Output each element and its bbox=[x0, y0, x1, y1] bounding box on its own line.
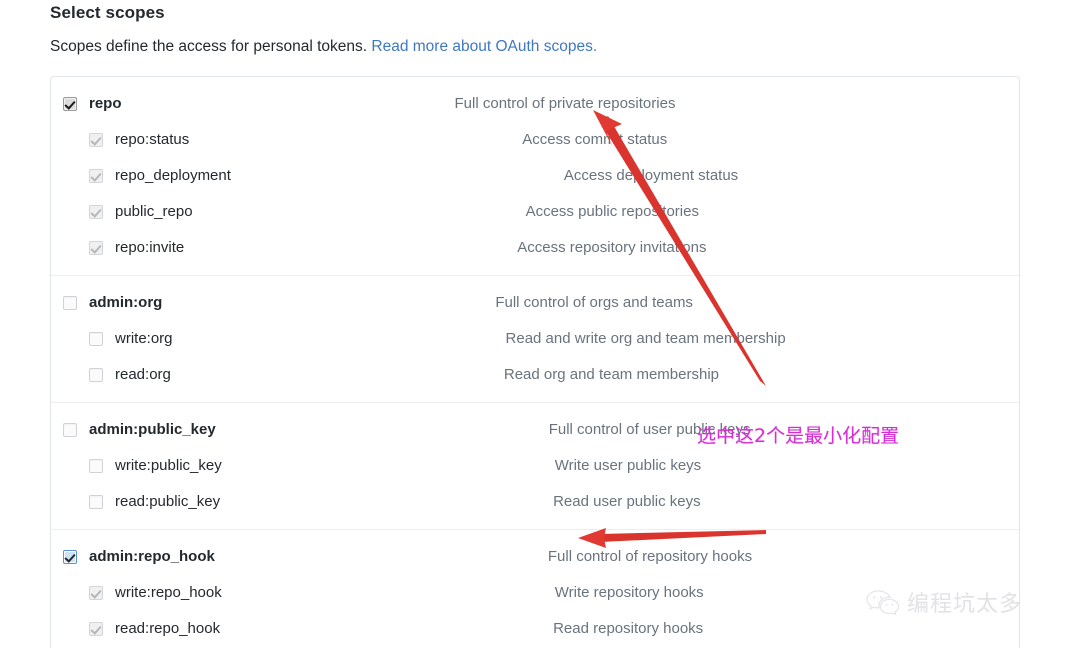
scope-description: Read user public keys bbox=[553, 493, 701, 510]
oauth-scopes-link[interactable]: Read more about OAuth scopes. bbox=[371, 38, 597, 55]
scopes-container: repo Full control of private repositories… bbox=[50, 76, 1020, 648]
scope-name[interactable]: write:org bbox=[115, 321, 173, 357]
scopes-description: Scopes define the access for personal to… bbox=[50, 38, 597, 56]
checkbox-repo[interactable] bbox=[63, 97, 77, 111]
scope-row[interactable]: write:org Read and write org and team mem… bbox=[51, 321, 1019, 357]
scope-row[interactable]: write:public_key Write user public keys bbox=[51, 448, 1019, 484]
scope-description-holder: Read user public keys bbox=[220, 484, 1019, 520]
scope-name[interactable]: public_repo bbox=[115, 194, 193, 230]
scope-row[interactable]: admin:public_key Full control of user pub… bbox=[51, 412, 1019, 448]
scope-description-holder: Read org and team membership bbox=[171, 357, 1019, 393]
scope-description-holder: Full control of orgs and teams bbox=[162, 285, 1019, 321]
checkbox-write:public_key[interactable] bbox=[89, 459, 103, 473]
scope-row[interactable]: repo_deployment Access deployment status bbox=[51, 158, 1019, 194]
page-title: Select scopes bbox=[50, 3, 165, 22]
checkbox-repo_deployment[interactable] bbox=[89, 169, 103, 183]
scope-description-holder: Full control of repository hooks bbox=[215, 539, 1019, 575]
checkbox-admin:public_key[interactable] bbox=[63, 423, 77, 437]
scope-description-holder: Access commit status bbox=[189, 122, 1019, 158]
scope-description-holder: Write user public keys bbox=[222, 448, 1019, 484]
scope-row[interactable]: repo:invite Access repository invitations bbox=[51, 230, 1019, 266]
scope-name[interactable]: read:public_key bbox=[115, 484, 220, 520]
scope-description: Full control of user public keys bbox=[548, 421, 751, 438]
scope-description: Access repository invitations bbox=[517, 239, 707, 256]
scope-description-holder: Full control of user public keys bbox=[216, 412, 1019, 448]
scope-description: Access deployment status bbox=[563, 167, 739, 184]
scope-description-holder: Access public repositories bbox=[193, 194, 1019, 230]
watermark-text: 编程坑太多 bbox=[907, 592, 1023, 617]
scope-name[interactable]: repo:invite bbox=[115, 230, 184, 266]
checkbox-write:repo_hook[interactable] bbox=[89, 586, 103, 600]
scope-description-holder: Access repository invitations bbox=[184, 230, 1019, 266]
scope-description: Read org and team membership bbox=[503, 366, 719, 383]
scope-description-holder: Read and write org and team membership bbox=[173, 321, 1019, 357]
scope-name[interactable]: admin:public_key bbox=[89, 412, 216, 448]
checkbox-read:repo_hook[interactable] bbox=[89, 622, 103, 636]
watermark: 编程坑太多 bbox=[866, 586, 1022, 618]
scope-group-admin:org: admin:org Full control of orgs and teams w… bbox=[51, 275, 1019, 402]
scope-row[interactable]: public_repo Access public repositories bbox=[51, 194, 1019, 230]
checkbox-read:public_key[interactable] bbox=[89, 495, 103, 509]
scope-name[interactable]: admin:org bbox=[89, 285, 162, 321]
scope-row[interactable]: read:org Read org and team membership bbox=[51, 357, 1019, 393]
checkbox-repo:invite[interactable] bbox=[89, 241, 103, 255]
scope-group-admin:public_key: admin:public_key Full control of user pub… bbox=[51, 402, 1019, 529]
scope-description-holder: Access deployment status bbox=[231, 158, 1019, 194]
wechat-icon bbox=[866, 590, 900, 615]
scope-name[interactable]: repo bbox=[89, 86, 122, 122]
scope-row[interactable]: admin:org Full control of orgs and teams bbox=[51, 285, 1019, 321]
checkbox-admin:repo_hook[interactable] bbox=[63, 550, 77, 564]
scope-description: Access public repositories bbox=[525, 203, 699, 220]
scope-row[interactable]: repo Full control of private repositories bbox=[51, 86, 1019, 122]
scope-row[interactable]: admin:repo_hook Full control of repositor… bbox=[51, 539, 1019, 575]
scope-description: Access commit status bbox=[522, 131, 668, 148]
scope-name[interactable]: write:repo_hook bbox=[115, 575, 222, 611]
checkbox-read:org[interactable] bbox=[89, 368, 103, 382]
scope-row[interactable]: read:public_key Read user public keys bbox=[51, 484, 1019, 520]
scope-description: Full control of repository hooks bbox=[547, 548, 753, 565]
scope-name[interactable]: read:org bbox=[115, 357, 171, 393]
scope-name[interactable]: repo_deployment bbox=[115, 158, 231, 194]
scope-name[interactable]: write:public_key bbox=[115, 448, 222, 484]
scope-description: Read and write org and team membership bbox=[505, 330, 786, 347]
scopes-description-text: Scopes define the access for personal to… bbox=[50, 38, 368, 55]
scope-name[interactable]: admin:repo_hook bbox=[89, 539, 215, 575]
scope-name[interactable]: read:repo_hook bbox=[115, 611, 220, 647]
scope-description: Full control of orgs and teams bbox=[495, 294, 693, 311]
checkbox-repo:status[interactable] bbox=[89, 133, 103, 147]
scope-row[interactable]: repo:status Access commit status bbox=[51, 122, 1019, 158]
scope-description: Full control of private repositories bbox=[454, 95, 676, 112]
scope-group-repo: repo Full control of private repositories… bbox=[51, 86, 1019, 275]
scope-description: Write repository hooks bbox=[554, 584, 704, 601]
checkbox-public_repo[interactable] bbox=[89, 205, 103, 219]
scope-description: Write user public keys bbox=[554, 457, 702, 474]
scope-description: Read repository hooks bbox=[553, 620, 704, 637]
scope-name[interactable]: repo:status bbox=[115, 122, 189, 158]
scope-description-holder: Full control of private repositories bbox=[122, 86, 1019, 122]
checkbox-admin:org[interactable] bbox=[63, 296, 77, 310]
checkbox-write:org[interactable] bbox=[89, 332, 103, 346]
